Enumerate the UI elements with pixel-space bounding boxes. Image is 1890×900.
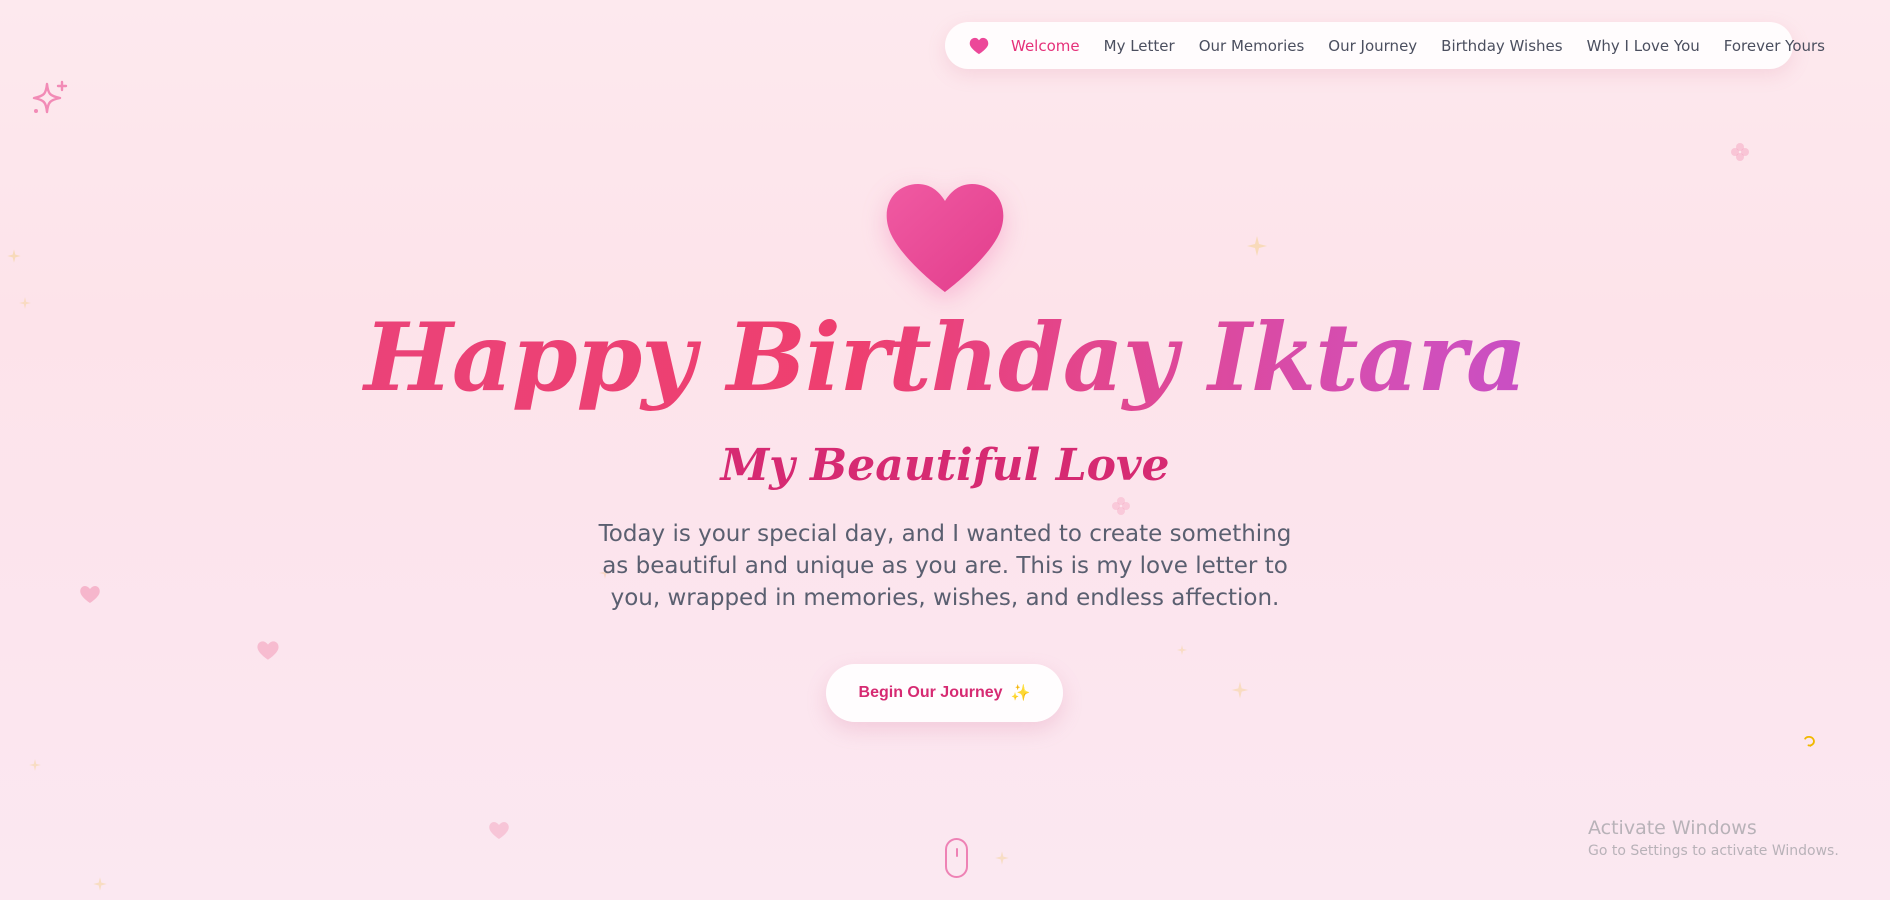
floating-flower-decoration <box>1731 143 1749 161</box>
floating-flower-decoration <box>1112 497 1130 515</box>
nav-link-why-i-love-you[interactable]: Why I Love You <box>1587 37 1700 55</box>
activate-windows-subtitle: Go to Settings to activate Windows. <box>1588 843 1839 859</box>
nav-link-our-memories[interactable]: Our Memories <box>1199 37 1305 55</box>
floating-sparkle-decoration <box>93 877 107 891</box>
floating-sparkle-decoration <box>1231 681 1249 699</box>
nav-link-my-letter[interactable]: My Letter <box>1104 37 1175 55</box>
nav-link-birthday-wishes[interactable]: Birthday Wishes <box>1441 37 1562 55</box>
nav-link-welcome[interactable]: Welcome <box>1011 37 1080 55</box>
top-navigation: Welcome My Letter Our Memories Our Journ… <box>945 22 1825 69</box>
floating-heart-decoration <box>80 586 100 603</box>
floating-sparkle-decoration <box>7 249 21 263</box>
heart-icon[interactable] <box>969 35 989 57</box>
floating-sparkle-decoration <box>29 759 41 771</box>
sparkle-icon <box>32 80 68 114</box>
heart-icon <box>886 184 1004 292</box>
begin-journey-label: Begin Our Journey <box>858 684 1003 701</box>
nav-link-our-journey[interactable]: Our Journey <box>1328 37 1417 55</box>
nav-links: Welcome My Letter Our Memories Our Journ… <box>1011 37 1825 55</box>
intro-text: Today is your special day, and I wanted … <box>598 521 1292 611</box>
floating-heart-decoration <box>489 822 509 839</box>
page-title: Happy Birthday Iktara <box>0 298 1890 418</box>
floating-heart-decoration <box>257 641 279 660</box>
floating-sparkle-decoration <box>1177 645 1187 655</box>
page-subtitle: My Beautiful Love <box>720 440 1170 491</box>
begin-journey-button[interactable]: Begin Our Journey ✨ <box>826 664 1063 722</box>
sparkles-icon: ✨ <box>1010 685 1031 702</box>
mouse-scroll-icon[interactable] <box>945 838 968 878</box>
nav-link-forever-yours[interactable]: Forever Yours <box>1724 37 1825 55</box>
floating-star-decoration <box>1804 735 1815 747</box>
scroll-wheel <box>956 848 958 857</box>
activate-windows-title: Activate Windows <box>1588 817 1757 839</box>
floating-sparkle-decoration <box>1247 236 1267 256</box>
floating-sparkle-decoration <box>995 851 1009 865</box>
